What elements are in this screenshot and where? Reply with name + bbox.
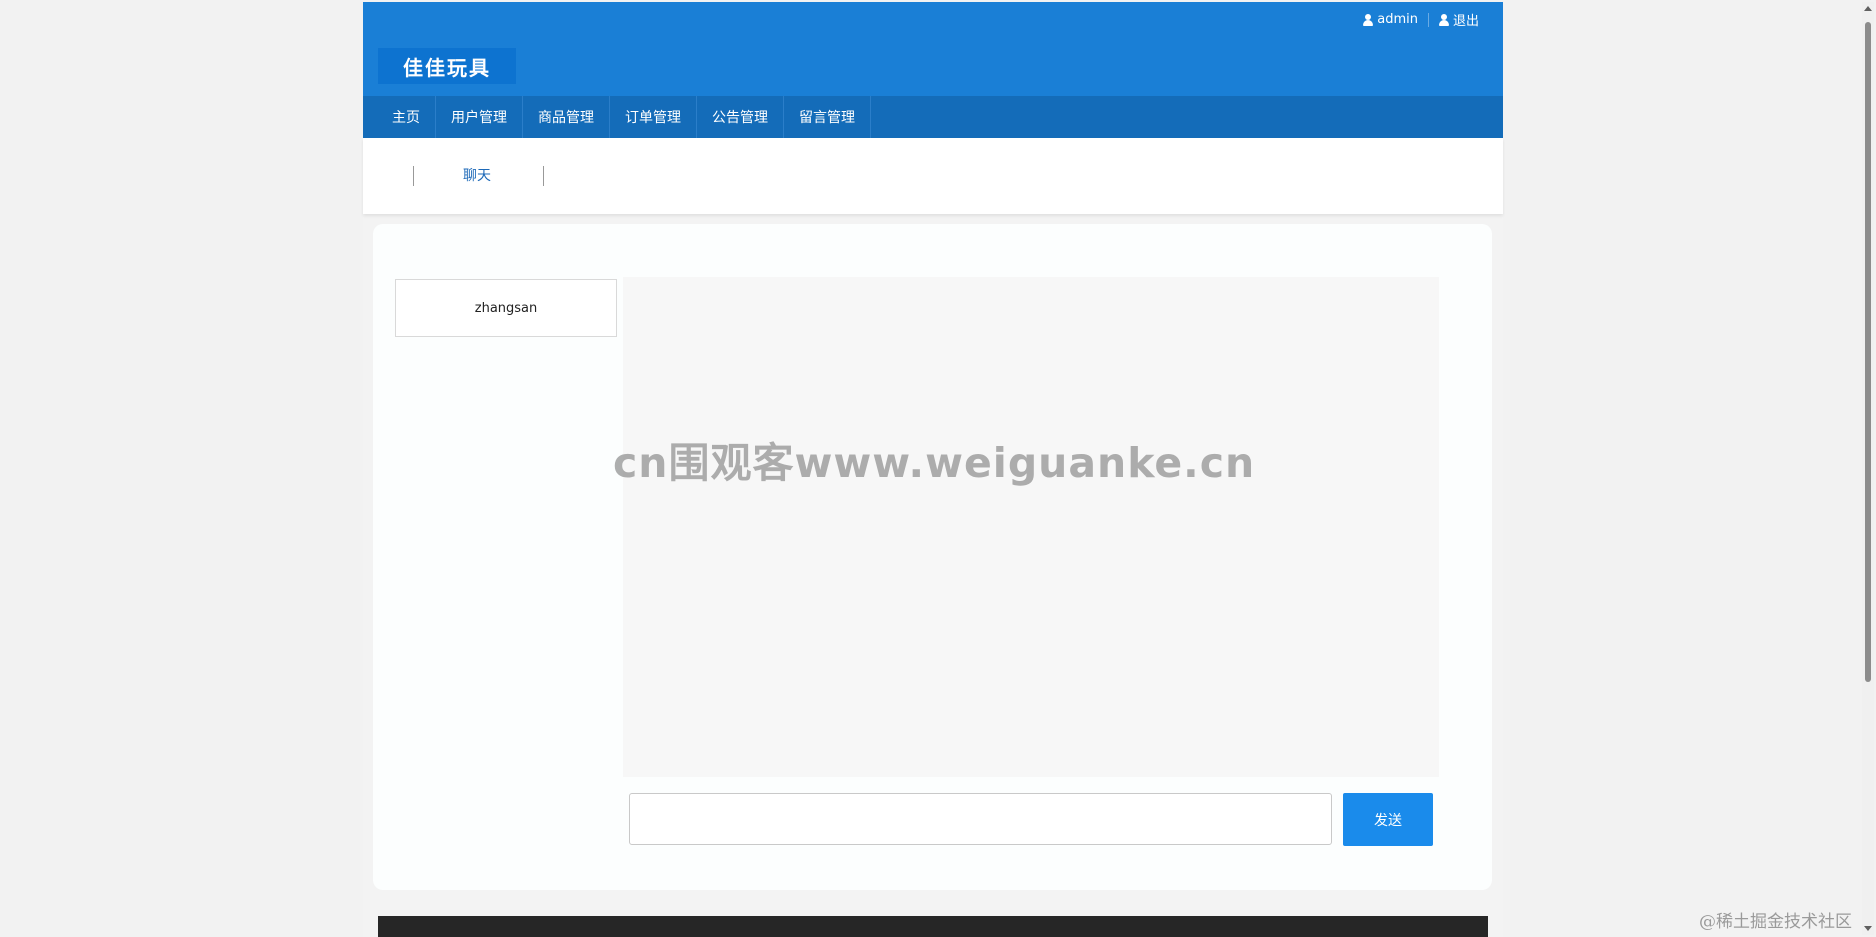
user-icon	[1438, 13, 1449, 26]
site-logo[interactable]: 佳佳玩具	[378, 48, 516, 84]
admin-label: admin	[1377, 12, 1418, 27]
breadcrumb-chat[interactable]: 聊天	[463, 166, 491, 186]
nav-item-orders[interactable]: 订单管理	[610, 96, 697, 138]
site-watermark: cn围观客www.weiguanke.cn	[613, 439, 1256, 487]
logout-label: 退出	[1452, 14, 1479, 29]
user-icon	[1363, 13, 1374, 26]
footer-bar	[378, 916, 1488, 937]
chat-message-area[interactable]	[623, 277, 1439, 777]
chat-panel: zhangsan 发送	[373, 224, 1492, 890]
chat-user-item[interactable]: zhangsan	[395, 279, 617, 337]
admin-link[interactable]: admin	[1353, 12, 1428, 27]
scroll-up-icon[interactable]	[1864, 6, 1872, 11]
breadcrumb-divider-right	[543, 166, 544, 186]
page: admin 退出 佳佳玩具 主页 用户管理 商品管理 订单管理 公告管理 留言管…	[363, 2, 1503, 937]
logout-link[interactable]: 退出	[1429, 10, 1489, 29]
nav-item-users[interactable]: 用户管理	[436, 96, 523, 138]
main-nav: 主页 用户管理 商品管理 订单管理 公告管理 留言管理	[363, 96, 1503, 138]
chat-user-list: zhangsan	[395, 279, 617, 337]
nav-item-messages[interactable]: 留言管理	[784, 96, 871, 138]
top-links: admin 退出	[1353, 10, 1489, 29]
scroll-thumb[interactable]	[1865, 22, 1871, 682]
nav-item-products[interactable]: 商品管理	[523, 96, 610, 138]
message-input[interactable]	[629, 793, 1332, 845]
header: admin 退出 佳佳玩具	[363, 2, 1503, 96]
page-scrollbar[interactable]	[1862, 2, 1874, 935]
nav-item-announcements[interactable]: 公告管理	[697, 96, 784, 138]
corner-watermark: @稀土掘金技术社区	[1699, 912, 1852, 932]
breadcrumb: 聊天	[363, 138, 1503, 214]
send-button[interactable]: 发送	[1343, 793, 1433, 846]
nav-item-home[interactable]: 主页	[363, 96, 436, 138]
scroll-down-icon[interactable]	[1864, 926, 1872, 931]
breadcrumb-divider-left	[413, 166, 414, 186]
